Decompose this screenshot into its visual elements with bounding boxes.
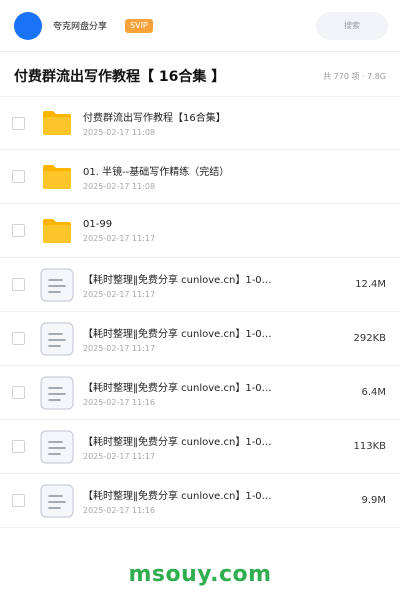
row-checkbox[interactable]: [12, 494, 25, 507]
file-size: 9.9M: [361, 495, 386, 506]
file-row[interactable]: 【耗时整理‖免费分享 cunlove.cn】1-0… 2025-02-17 11:…: [0, 420, 400, 474]
svip-badge: SVIP: [125, 18, 153, 33]
file-name: 01. 半镜--基础写作精练（完结）: [83, 166, 230, 178]
file-date: 2025-02-17 11:17: [83, 233, 156, 243]
file-date: 2025-02-17 11:17: [83, 451, 156, 461]
file-texts: 付费群流出写作教程【16合集】 2025-02-17 11:08: [83, 109, 400, 137]
file-texts: 【耗时整理‖免费分享 cunlove.cn】1-0… 2025-02-17 11:…: [83, 325, 400, 353]
file-texts: 【耗时整理‖免费分享 cunlove.cn】1-0… 2025-02-17 11:…: [83, 379, 400, 407]
file-texts: 01. 半镜--基础写作精练（完结） 2025-02-17 11:08: [83, 163, 400, 191]
file-row[interactable]: 01. 半镜--基础写作精练（完结） 2025-02-17 11:08: [0, 150, 400, 204]
folder-icon: [39, 159, 75, 195]
file-row[interactable]: 【耗时整理‖免费分享 cunlove.cn】1-0… 2025-02-17 11:…: [0, 366, 400, 420]
file-date: 2025-02-17 11:16: [83, 397, 156, 407]
file-row[interactable]: 01-99 2025-02-17 11:17: [0, 204, 400, 258]
file-size: 12.4M: [355, 279, 386, 290]
folder-icon: [39, 105, 75, 141]
file-date: 2025-02-17 11:16: [83, 505, 156, 515]
file-name: 【耗时整理‖免费分享 cunlove.cn】1-0…: [83, 274, 272, 286]
file-summary: 共 770 项 · 7.8G: [323, 71, 386, 81]
document-icon: [39, 267, 75, 303]
folder-icon: [39, 213, 75, 249]
row-checkbox[interactable]: [12, 278, 25, 291]
file-name: 【耗时整理‖免费分享 cunlove.cn】1-0…: [83, 382, 272, 394]
file-name: 01-99: [83, 218, 113, 230]
file-row[interactable]: 付费群流出写作教程【16合集】 2025-02-17 11:08: [0, 96, 400, 150]
file-list: 付费群流出写作教程【16合集】 2025-02-17 11:08 01. 半镜--基…: [0, 96, 400, 528]
watermark: msouy.com: [128, 561, 272, 587]
footer: msouy.com: [0, 548, 400, 600]
search-placeholder: 搜索: [344, 21, 360, 30]
app-header: 夸克网盘分享 SVIP 搜索: [0, 0, 400, 52]
document-icon: [39, 483, 75, 519]
row-checkbox[interactable]: [12, 332, 25, 345]
file-date: 2025-02-17 11:08: [83, 128, 156, 137]
file-name: 付费群流出写作教程【16合集】: [83, 113, 226, 124]
row-checkbox[interactable]: [12, 224, 25, 237]
file-size: 113KB: [353, 441, 386, 452]
avatar[interactable]: [14, 11, 42, 40]
file-size: 292KB: [353, 333, 386, 344]
file-row[interactable]: 【耗时整理‖免费分享 cunlove.cn】1-0… 2025-02-17 11:…: [0, 474, 400, 528]
search-input[interactable]: 搜索: [316, 11, 388, 40]
row-checkbox[interactable]: [12, 440, 25, 453]
row-checkbox[interactable]: [12, 386, 25, 399]
file-name: 【耗时整理‖免费分享 cunlove.cn】1-0…: [83, 328, 272, 340]
file-texts: 【耗时整理‖免费分享 cunlove.cn】1-0… 2025-02-17 11:…: [83, 433, 400, 461]
user-name: 夸克网盘分享: [53, 22, 108, 32]
title-bar: 付费群流出写作教程【 16合集 】 共 770 项 · 7.8G: [0, 52, 400, 100]
file-name: 【耗时整理‖免费分享 cunlove.cn】1-0…: [83, 436, 272, 448]
document-icon: [39, 321, 75, 357]
file-texts: 【耗时整理‖免费分享 cunlove.cn】1-0… 2025-02-17 11:…: [83, 271, 400, 299]
page-title: 付费群流出写作教程【 16合集 】: [14, 69, 226, 85]
file-name: 【耗时整理‖免费分享 cunlove.cn】1-0…: [83, 490, 272, 502]
file-texts: 01-99 2025-02-17 11:17: [83, 219, 400, 243]
file-date: 2025-02-17 11:17: [83, 343, 156, 353]
file-size: 6.4M: [361, 387, 386, 398]
document-icon: [39, 375, 75, 411]
row-checkbox[interactable]: [12, 170, 25, 183]
file-row[interactable]: 【耗时整理‖免费分享 cunlove.cn】1-0… 2025-02-17 11:…: [0, 258, 400, 312]
file-texts: 【耗时整理‖免费分享 cunlove.cn】1-0… 2025-02-17 11:…: [83, 487, 400, 515]
file-date: 2025-02-17 11:17: [83, 289, 156, 299]
file-row[interactable]: 【耗时整理‖免费分享 cunlove.cn】1-0… 2025-02-17 11:…: [0, 312, 400, 366]
row-checkbox[interactable]: [12, 116, 25, 130]
document-icon: [39, 429, 75, 465]
file-date: 2025-02-17 11:08: [83, 181, 156, 191]
